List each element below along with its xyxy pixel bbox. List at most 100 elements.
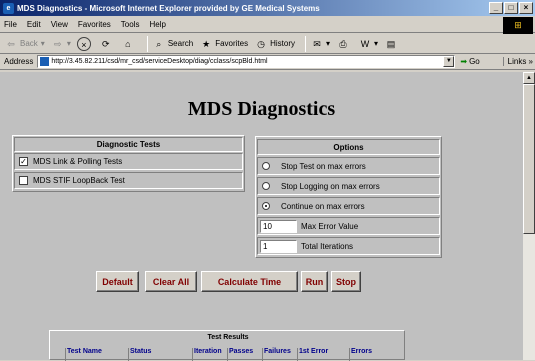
column-header: Status [129, 348, 193, 361]
links-button[interactable]: Links » [502, 57, 533, 66]
address-bar: Address http://3.45.82.211/csd/mr_csd/se… [0, 54, 535, 70]
test-label: MDS STIF LoopBack Test [33, 176, 125, 185]
search-icon: ⌕ [156, 38, 162, 49]
menu-tools[interactable]: Tools [121, 20, 140, 29]
page-icon [40, 57, 50, 66]
mail-dropdown-icon: ▾ [325, 39, 330, 48]
address-input[interactable]: http://3.45.82.211/csd/mr_csd/serviceDes… [37, 55, 456, 68]
history-label: History [270, 39, 295, 48]
search-button[interactable]: ⌕ Search [152, 37, 193, 51]
test-checkbox[interactable]: ✓ [19, 157, 28, 166]
go-arrow-icon: ➡ [460, 57, 468, 66]
browser-toolbar: ⇦ Back ▾ ⇨ ▾ × ⟳ ⌂ ⌕ Search ★ Favorites … [0, 34, 535, 54]
discuss-button[interactable]: ▤ [384, 37, 400, 51]
column-header: Passes [228, 348, 263, 361]
mail-button[interactable]: ✉ ▾ [310, 37, 330, 51]
calculate-time-button[interactable]: Calculate Time [201, 271, 298, 292]
column-header: Test Name [66, 348, 129, 361]
max-error-row: 10 Max Error Value [257, 217, 440, 235]
clear-all-button[interactable]: Clear All [145, 271, 197, 292]
address-label: Address [4, 57, 34, 66]
option-stop-logging[interactable]: Stop Logging on max errors [257, 177, 440, 195]
maximize-button[interactable]: □ [504, 2, 518, 14]
test-row-stif-loopback[interactable]: MDS STIF LoopBack Test [14, 172, 243, 189]
test-row-link-polling[interactable]: ✓ MDS Link & Polling Tests [14, 153, 243, 170]
max-error-label: Max Error Value [301, 221, 359, 231]
refresh-button[interactable]: ⟳ [99, 37, 115, 51]
option-continue[interactable]: Continue on max errors [257, 197, 440, 215]
back-dropdown-icon[interactable]: ▾ [41, 39, 45, 48]
diagnostic-tests-header: Diagnostic Tests [14, 137, 243, 152]
test-results-table: Test Results Test Name Status Iteration … [49, 330, 405, 361]
test-results-header-row: Test Name Status Iteration Passes Failur… [50, 348, 404, 361]
menu-view[interactable]: View [51, 20, 68, 29]
results-spacer-cell [50, 348, 66, 361]
column-header: Failures [263, 348, 298, 361]
back-arrow-icon: ⇦ [7, 38, 15, 49]
total-iterations-label: Total Iterations [301, 241, 354, 251]
scroll-thumb[interactable] [523, 84, 535, 234]
history-button[interactable]: ◷ History [254, 37, 295, 51]
option-radio[interactable] [262, 162, 270, 170]
menu-file[interactable]: File [4, 20, 17, 29]
forward-dropdown-icon[interactable]: ▾ [67, 39, 71, 48]
go-label: Go [469, 57, 480, 66]
vertical-scrollbar[interactable]: ▲ [523, 72, 535, 360]
default-button[interactable]: Default [96, 271, 139, 292]
mail-icon: ✉ [313, 38, 321, 49]
home-button[interactable]: ⌂ [121, 37, 137, 51]
option-label: Continue on max errors [281, 201, 365, 211]
toolbar-separator [146, 35, 148, 52]
total-iterations-row: 1 Total Iterations [257, 237, 440, 255]
search-label: Search [167, 39, 194, 48]
close-button[interactable]: × [519, 2, 533, 14]
favorites-button[interactable]: ★ Favorites [199, 37, 248, 51]
address-dropdown-icon[interactable]: ▼ [443, 56, 455, 67]
stop-button[interactable]: Stop [331, 271, 361, 292]
word-edit-button[interactable]: W ▾ [358, 37, 378, 51]
forward-button[interactable]: ⇨ ▾ [51, 37, 71, 51]
run-button[interactable]: Run [301, 271, 328, 292]
refresh-icon: ⟳ [102, 38, 110, 49]
option-label: Stop Test on max errors [281, 161, 366, 171]
print-button[interactable]: ⎙ [336, 37, 352, 51]
option-label: Stop Logging on max errors [281, 181, 380, 191]
address-url: http://3.45.82.211/csd/mr_csd/serviceDes… [51, 58, 268, 65]
test-results-title: Test Results [207, 334, 249, 341]
window-title: MDS Diagnostics - Microsoft Internet Exp… [17, 3, 320, 13]
option-radio[interactable] [262, 182, 270, 190]
go-button[interactable]: ➡ Go [460, 57, 479, 66]
option-stop-test[interactable]: Stop Test on max errors [257, 157, 440, 175]
menu-favorites[interactable]: Favorites [78, 20, 111, 29]
stop-icon: × [76, 36, 91, 51]
favorites-label: Favorites [215, 39, 249, 48]
test-checkbox[interactable] [19, 176, 28, 185]
window-title-bar: e MDS Diagnostics - Microsoft Internet E… [0, 0, 535, 16]
back-button[interactable]: ⇦ Back ▾ [4, 37, 45, 51]
ie-logo-icon: e [3, 2, 14, 14]
discuss-icon: ▤ [386, 38, 396, 49]
max-error-input[interactable]: 10 [260, 219, 297, 233]
options-header: Options [257, 139, 440, 155]
scroll-up-icon[interactable]: ▲ [523, 72, 535, 84]
option-radio[interactable] [262, 202, 270, 210]
minimize-button[interactable]: _ [489, 2, 503, 14]
menu-bar: File Edit View Favorites Tools Help [0, 16, 535, 33]
stop-load-button[interactable]: × [76, 36, 93, 51]
toolbar-separator [304, 35, 306, 52]
column-header: Iteration [193, 348, 228, 361]
windows-logo-icon: ⊞ [503, 17, 533, 34]
column-header: 1st Error [298, 348, 350, 361]
column-header: Errors [351, 348, 373, 355]
favorites-icon: ★ [202, 38, 211, 49]
edit-dropdown-icon: ▾ [374, 39, 379, 48]
menu-edit[interactable]: Edit [27, 20, 41, 29]
test-label: MDS Link & Polling Tests [33, 157, 123, 166]
home-icon: ⌂ [125, 38, 131, 49]
page-title: MDS Diagnostics [187, 98, 336, 120]
word-icon: W [360, 38, 370, 49]
forward-arrow-icon: ⇨ [54, 38, 62, 49]
back-label: Back [20, 39, 38, 48]
total-iterations-input[interactable]: 1 [260, 239, 297, 253]
menu-help[interactable]: Help [149, 20, 165, 29]
